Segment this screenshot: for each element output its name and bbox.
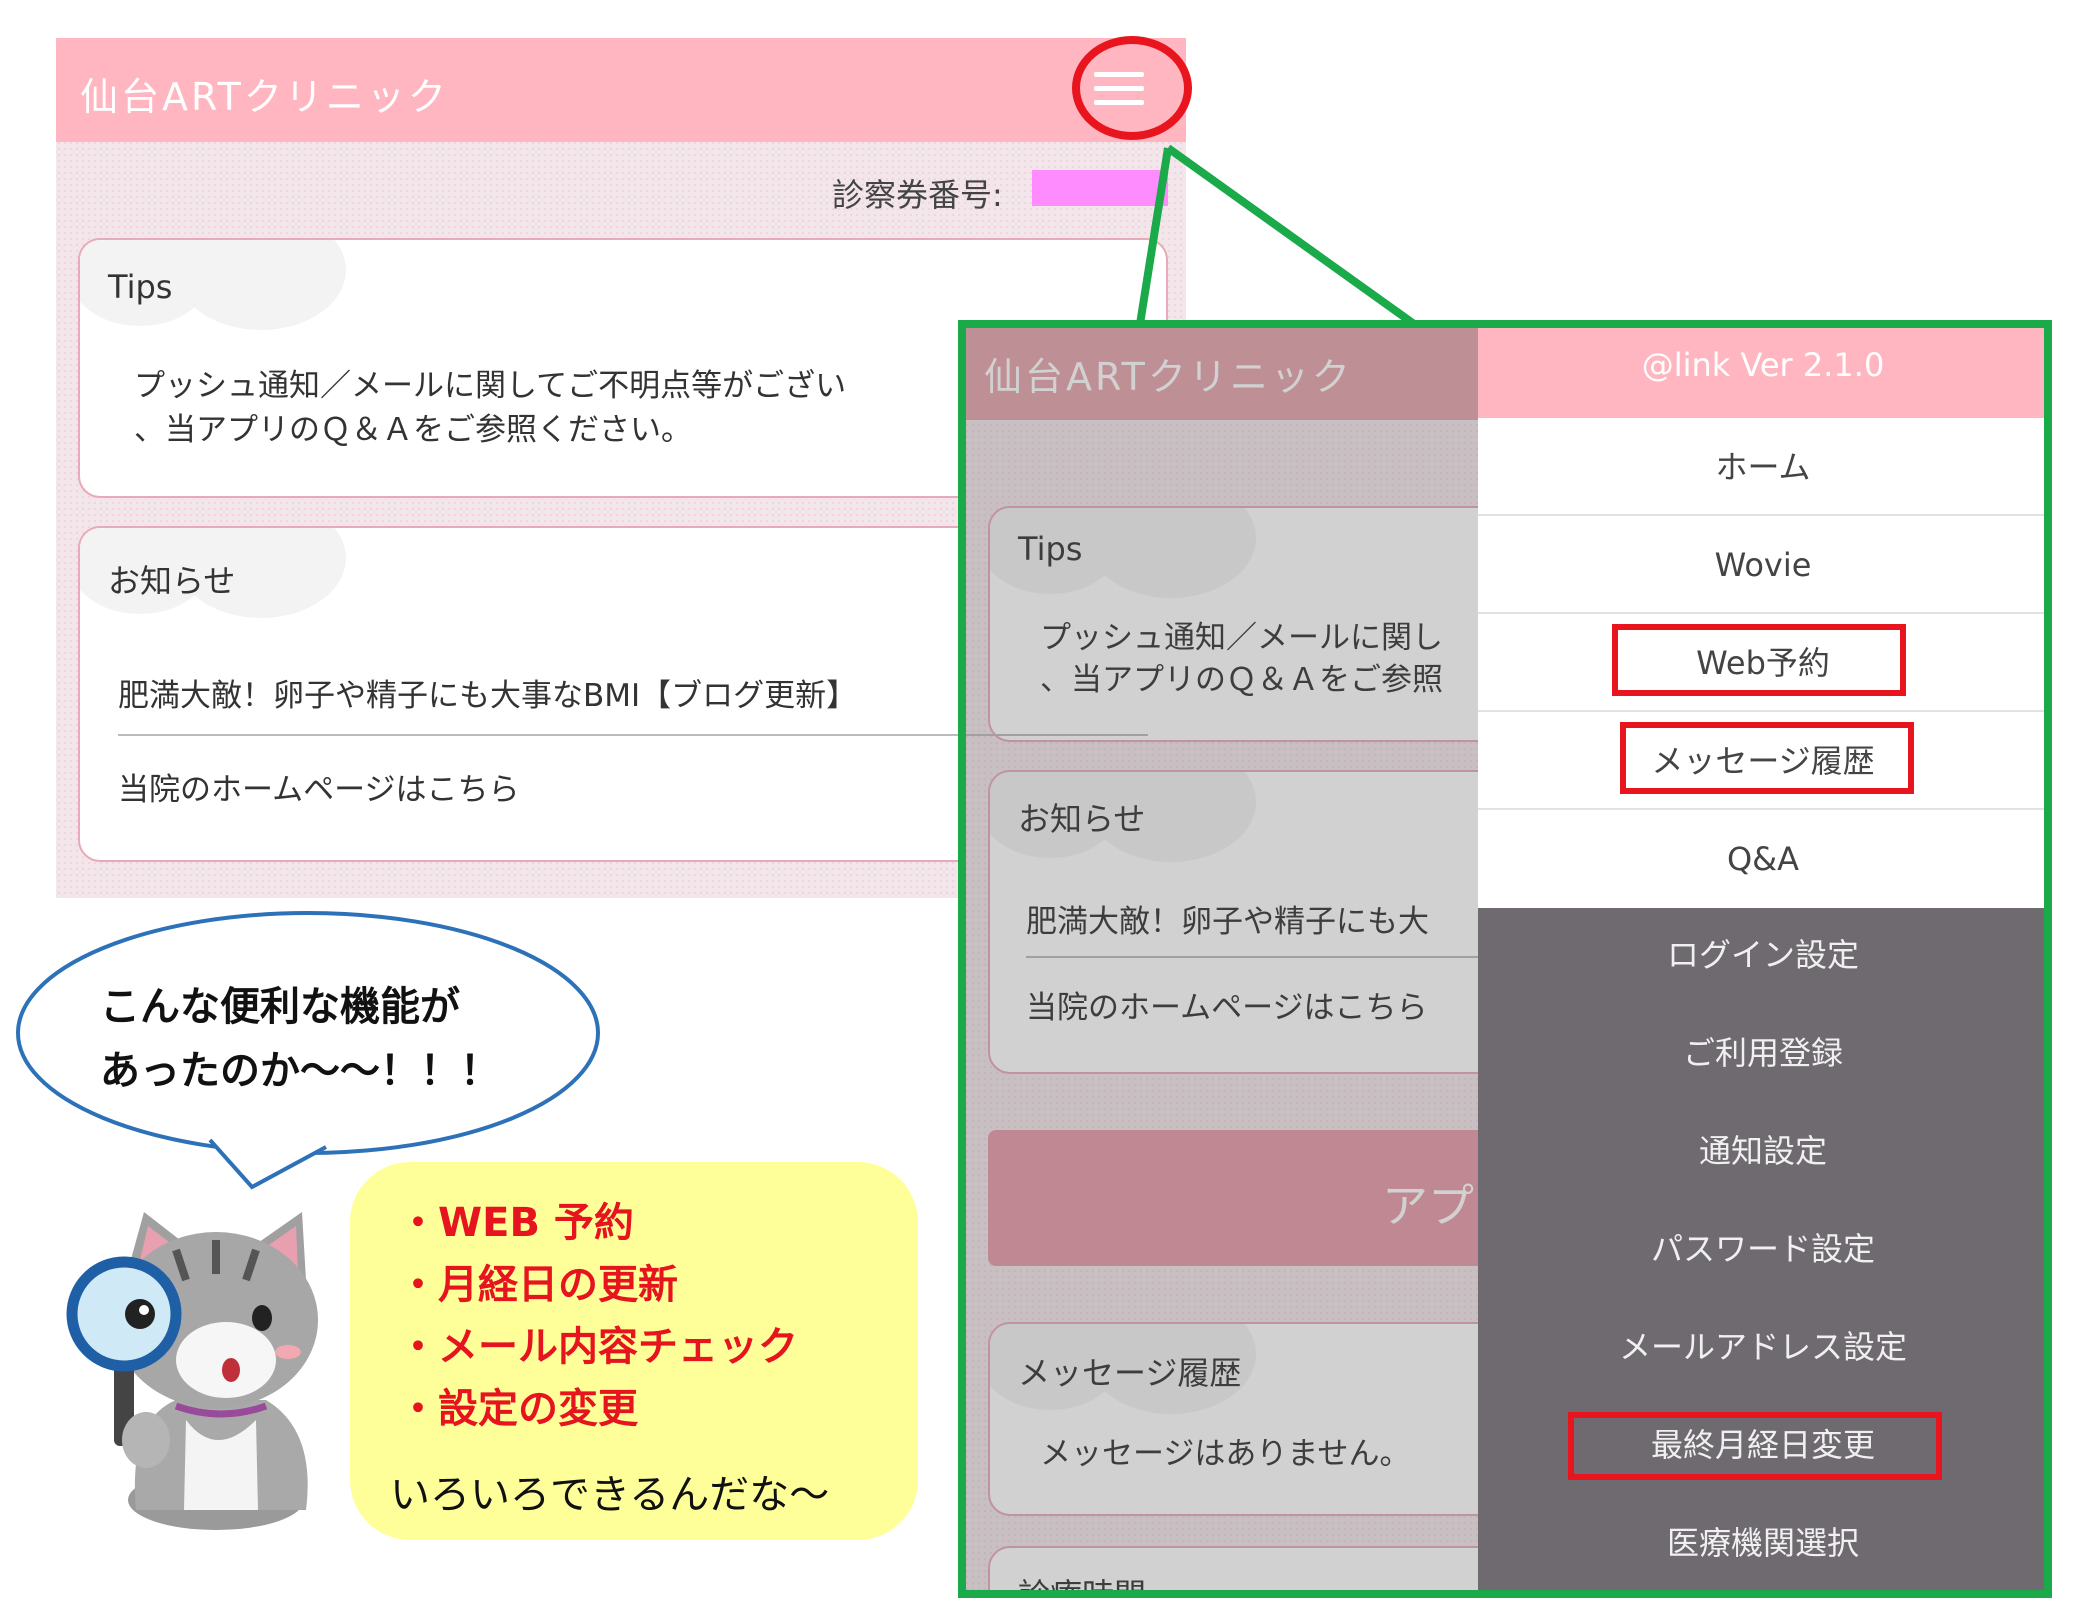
connector-lines xyxy=(1136,144,1417,328)
menu-highlight-circle xyxy=(1072,36,1192,140)
